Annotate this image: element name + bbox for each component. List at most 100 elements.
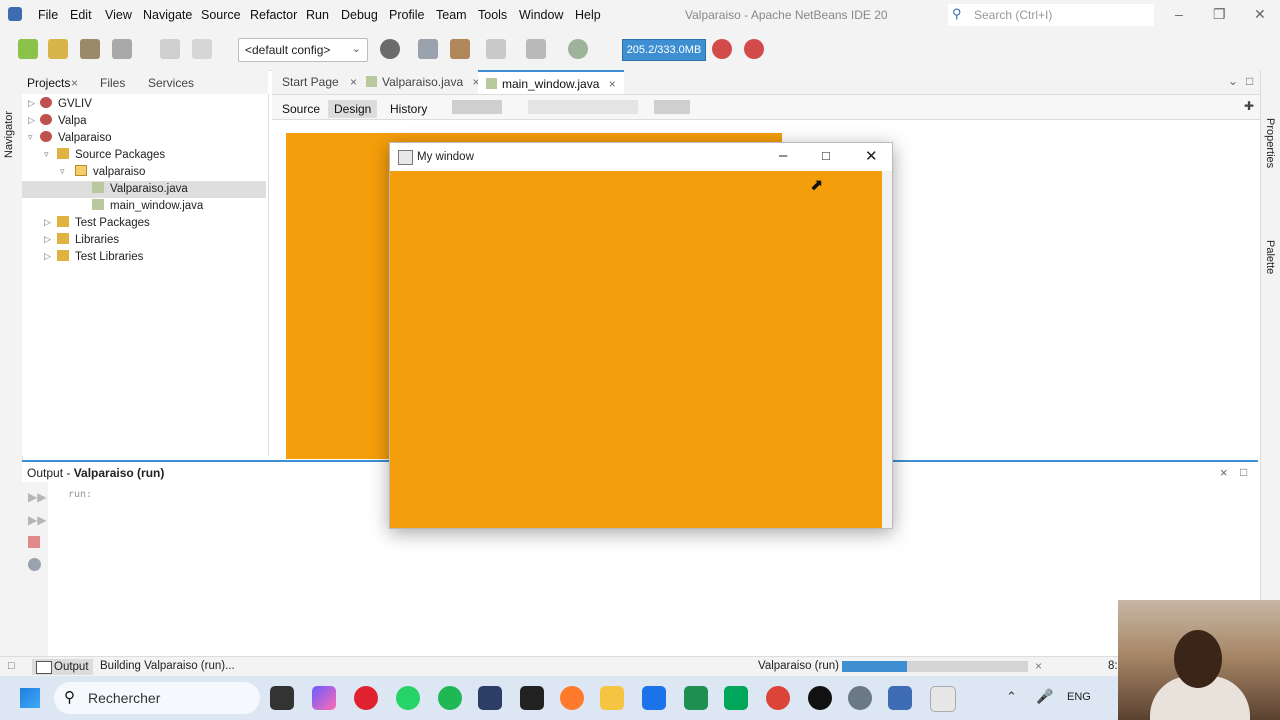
tree-item-gvliv[interactable]: GVLIV [40,96,92,113]
bluetooth-icon[interactable] [642,686,666,710]
palette-label[interactable]: Palette [1264,240,1276,274]
tab-files[interactable]: Files [100,76,125,90]
config-select[interactable]: <default config> ⌄ [238,38,368,62]
menu-edit[interactable]: Edit [70,8,92,22]
align-tools-icon[interactable] [528,100,638,114]
save-all-icon[interactable] [112,39,132,59]
add-icon[interactable]: ✚ [1244,99,1254,113]
chrome-icon[interactable] [766,686,790,710]
java-app-icon[interactable] [930,686,956,712]
close-icon[interactable]: × [609,77,616,91]
expand-icon[interactable]: ▷ [28,115,35,126]
window-icon[interactable]: □ [8,660,15,672]
close-icon[interactable]: × [1220,465,1228,480]
menu-tools[interactable]: Tools [478,8,507,22]
restore-icon[interactable]: ❐ [1213,6,1226,23]
menu-view[interactable]: View [105,8,132,22]
minimize-icon[interactable]: – [779,147,787,164]
expand-icon[interactable]: ▷ [44,251,51,262]
menu-refactor[interactable]: Refactor [250,8,297,22]
close-icon[interactable]: ✕ [865,147,878,165]
new-project-icon[interactable] [48,39,68,59]
gc-icon[interactable] [712,39,732,59]
expand-icon[interactable]: ▷ [44,234,51,245]
tab-valparaiso-java[interactable]: Valparaiso.java × [358,70,488,94]
stop-icon[interactable] [28,536,40,548]
meet-icon[interactable] [724,686,748,710]
tree-item-main-window-java[interactable]: main_window.java [92,198,203,215]
taskbar-search-input[interactable]: ⚲ Rechercher [54,682,260,714]
menu-window[interactable]: Window [519,8,563,22]
tab-services[interactable]: Services [148,76,194,90]
build-icon[interactable] [418,39,438,59]
sticky-notes-icon[interactable] [520,686,544,710]
tab-start-page[interactable]: Start Page × [274,70,365,94]
settings-icon[interactable] [28,558,41,571]
design-view-button[interactable]: Design [328,100,378,118]
tree-item-valparaiso-java[interactable]: Valparaiso.java [22,181,266,198]
chevron-up-icon[interactable]: ⌃ [1006,689,1017,705]
menu-navigate[interactable]: Navigate [143,8,192,22]
menu-profile[interactable]: Profile [389,8,424,22]
my-window-titlebar[interactable]: My window – □ ✕ [390,143,892,171]
windows-start-icon[interactable] [20,688,40,708]
tree-item-valpa[interactable]: Valpa [40,113,87,130]
netbeans-icon[interactable] [888,686,912,710]
tab-main-window-java[interactable]: main_window.java × [478,70,624,94]
menu-source[interactable]: Source [201,8,241,22]
firefox-icon[interactable] [560,686,584,710]
opera-icon[interactable] [354,686,378,710]
properties-label[interactable]: Properties [1264,118,1276,168]
collapse-icon[interactable]: ▿ [28,132,33,143]
whatsapp-business-icon[interactable] [438,686,462,710]
chevron-down-icon[interactable]: ⌄ [1228,74,1238,88]
menu-debug[interactable]: Debug [341,8,378,22]
tree-item-valparaiso[interactable]: Valparaiso [40,130,112,147]
copilot-icon[interactable] [312,686,336,710]
resize-tools-icon[interactable] [654,100,690,114]
profile-icon[interactable] [568,39,588,59]
selection-tools-icon[interactable] [452,100,502,114]
gc-alt-icon[interactable] [744,39,764,59]
menu-file[interactable]: File [38,8,58,22]
tree-item-test-libraries[interactable]: Test Libraries [57,249,143,266]
task-view-icon[interactable] [270,686,294,710]
debug-icon[interactable] [526,39,546,59]
microphone-icon[interactable]: 🎤 [1036,688,1053,705]
memory-indicator[interactable]: 205.2/333.0MB [622,39,706,61]
run-icon[interactable] [486,39,506,59]
tree-item-source-packages[interactable]: Source Packages [57,147,165,164]
tab-projects[interactable]: Projects [27,76,70,90]
close-icon[interactable]: × [71,76,78,90]
redo-icon[interactable] [192,39,212,59]
maximize-icon[interactable]: □ [822,148,830,163]
expand-icon[interactable]: ▷ [28,98,35,109]
close-icon[interactable]: × [350,75,357,89]
settings-icon[interactable] [848,686,872,710]
app-icon[interactable] [478,686,502,710]
tree-item-libraries[interactable]: Libraries [57,232,119,249]
navigator-label[interactable]: Navigator [3,98,19,158]
open-project-icon[interactable] [80,39,100,59]
language-indicator[interactable]: ENG [1067,691,1091,703]
undo-icon[interactable] [160,39,180,59]
maximize-icon[interactable]: □ [1240,465,1247,479]
file-explorer-icon[interactable] [600,686,624,710]
rerun-params-icon[interactable]: ▶▶ [28,513,46,527]
collapse-icon[interactable]: ▿ [60,166,65,177]
history-view-button[interactable]: History [384,100,433,118]
clean-build-icon[interactable] [450,39,470,59]
my-window[interactable]: My window – □ ✕ ⬈ [389,142,893,529]
close-icon[interactable]: ✕ [1254,6,1266,23]
collapse-icon[interactable]: ▿ [44,149,49,160]
cancel-progress-icon[interactable]: × [1035,659,1042,673]
whatsapp-icon[interactable] [396,686,420,710]
output-button[interactable]: Output [32,659,93,675]
maximize-icon[interactable]: □ [1246,74,1253,88]
minimize-icon[interactable]: – [1175,6,1183,22]
menu-help[interactable]: Help [575,8,601,22]
globe-icon[interactable] [380,39,400,59]
menu-team[interactable]: Team [436,8,467,22]
tree-item-package[interactable]: valparaiso [75,164,145,181]
new-file-icon[interactable] [18,39,38,59]
